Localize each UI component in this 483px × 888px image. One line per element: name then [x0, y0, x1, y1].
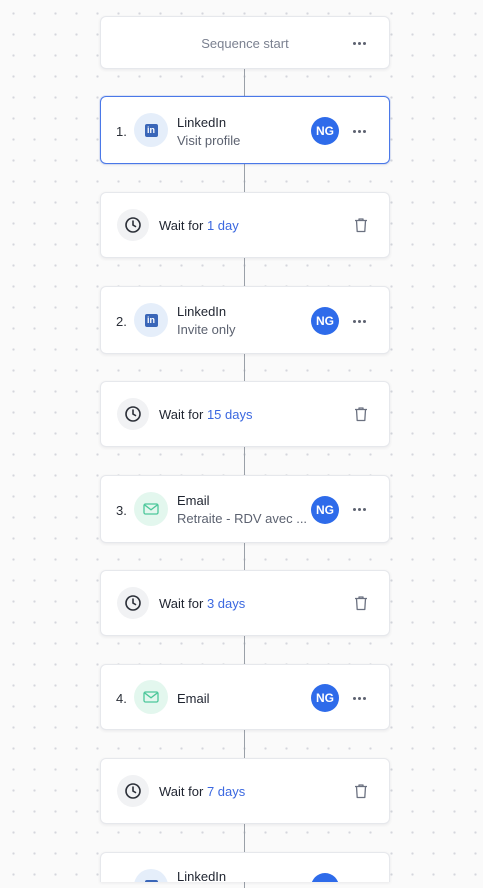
- assignee-avatar[interactable]: NG: [311, 684, 339, 712]
- assignee-avatar[interactable]: NG: [311, 307, 339, 335]
- step-subtitle: Retraite - RDV avec ...: [177, 511, 308, 526]
- wait-prefix: Wait for: [159, 784, 204, 799]
- linkedin-icon: in: [134, 869, 168, 882]
- step-title: LinkedIn: [177, 304, 227, 319]
- step-subtitle: Visit profile: [177, 133, 241, 148]
- step-card-1[interactable]: 1. in LinkedIn Visit profile NG: [100, 96, 390, 164]
- more-options-button[interactable]: [351, 123, 367, 139]
- wait-prefix: Wait for: [159, 596, 204, 611]
- linkedin-icon: in: [134, 303, 168, 337]
- more-options-button[interactable]: [351, 690, 367, 706]
- clock-icon: [117, 209, 149, 241]
- sequence-start-card[interactable]: Sequence start: [100, 16, 390, 69]
- step-title: LinkedIn: [177, 869, 227, 882]
- step-title: Email: [177, 691, 210, 706]
- assignee-avatar[interactable]: NG: [311, 873, 339, 882]
- step-card-5[interactable]: 5. in LinkedIn NG: [100, 852, 390, 882]
- step-number: 3.: [116, 503, 127, 518]
- assignee-avatar[interactable]: NG: [311, 117, 339, 145]
- trash-icon[interactable]: [354, 783, 368, 799]
- trash-icon[interactable]: [354, 217, 368, 233]
- wait-text: Wait for 3 days: [159, 596, 245, 611]
- step-title: LinkedIn: [177, 115, 227, 130]
- wait-card-3[interactable]: Wait for 3 days: [100, 570, 390, 636]
- step-card-4[interactable]: 4. Email NG: [100, 664, 390, 730]
- wait-prefix: Wait for: [159, 218, 204, 233]
- wait-prefix: Wait for: [159, 407, 204, 422]
- step-subtitle: Invite only: [177, 322, 236, 337]
- wait-card-4[interactable]: Wait for 7 days: [100, 758, 390, 824]
- wait-text: Wait for 7 days: [159, 784, 245, 799]
- assignee-avatar[interactable]: NG: [311, 496, 339, 524]
- step-number: 1.: [116, 124, 127, 139]
- wait-card-2[interactable]: Wait for 15 days: [100, 381, 390, 447]
- clock-icon: [117, 775, 149, 807]
- step-card-3[interactable]: 3. Email Retraite - RDV avec ... NG: [100, 475, 390, 543]
- more-options-button[interactable]: [351, 313, 367, 329]
- step-card-2[interactable]: 2. in LinkedIn Invite only NG: [100, 286, 390, 354]
- trash-icon[interactable]: [354, 595, 368, 611]
- wait-duration[interactable]: 15 days: [207, 407, 253, 422]
- wait-duration[interactable]: 1 day: [207, 218, 239, 233]
- more-options-button[interactable]: [351, 501, 367, 517]
- wait-card-1[interactable]: Wait for 1 day: [100, 192, 390, 258]
- step-number: 4.: [116, 691, 127, 706]
- wait-duration[interactable]: 3 days: [207, 596, 245, 611]
- wait-text: Wait for 15 days: [159, 407, 252, 422]
- mail-icon: [134, 492, 168, 526]
- clock-icon: [117, 587, 149, 619]
- step-number: 2.: [116, 314, 127, 329]
- wait-text: Wait for 1 day: [159, 218, 239, 233]
- trash-icon[interactable]: [354, 406, 368, 422]
- wait-duration[interactable]: 7 days: [207, 784, 245, 799]
- linkedin-icon: in: [134, 113, 168, 147]
- mail-icon: [134, 680, 168, 714]
- step-title: Email: [177, 493, 210, 508]
- clock-icon: [117, 398, 149, 430]
- sequence-start-label: Sequence start: [201, 36, 289, 51]
- more-options-button[interactable]: [351, 35, 367, 51]
